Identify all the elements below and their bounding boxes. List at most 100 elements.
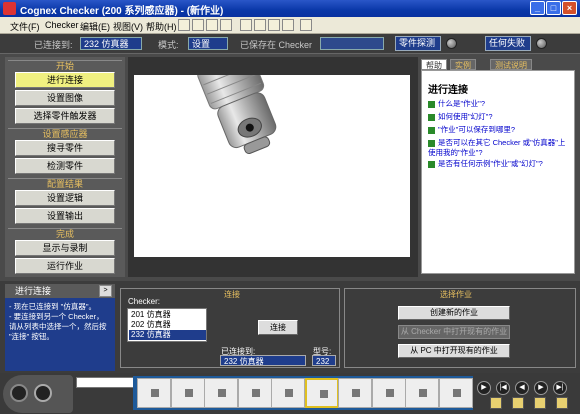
open-from-pc-button[interactable]: 从 PC 中打开现有的作业 [398,344,510,358]
checker-list[interactable]: 201 仿真器 202 仿真器 232 仿真器 [127,308,207,342]
arrow-icon [428,160,435,168]
part-image [197,75,277,155]
tab-help[interactable]: 帮助 [421,59,447,70]
menu-checker[interactable]: Checker [45,20,79,30]
camera-icon [285,389,293,397]
open-folder-icon[interactable] [192,19,204,31]
list-item[interactable]: 202 仿真器 [129,320,206,330]
next-frame-icon[interactable]: ▶ [534,381,548,395]
first-frame-icon[interactable]: |◀ [496,381,510,395]
job-saved-value [320,37,384,50]
checker-list-label: Checker: [128,297,161,306]
nav-logic[interactable]: 设置逻辑 [15,190,115,206]
filmstrip-frame[interactable] [271,378,305,408]
connected-to-value: 232 仿真器 [220,355,306,366]
job-title: 选择作业 [440,290,472,299]
nav-display-record[interactable]: 显示与录制 [15,240,115,256]
part-detect-led [446,38,457,49]
help-link[interactable]: 是否有任何示例"作业"或"幻灯"? [428,159,570,169]
camera-icon [319,390,328,398]
filmstrip-export-icon[interactable] [556,397,568,409]
filmstrip-frame[interactable] [405,378,439,408]
menu-view[interactable]: 视图(V) [113,20,143,33]
cut-icon[interactable] [240,19,252,31]
copy-icon[interactable] [254,19,266,31]
minimize-button[interactable]: _ [530,1,545,15]
new-job-button[interactable]: 创建新的作业 [398,306,510,320]
filmstrip-settings-icon[interactable] [490,397,502,409]
filmstrip-frame[interactable] [438,378,473,408]
filmstrip-save-icon[interactable] [534,397,546,409]
save-icon[interactable] [206,19,218,31]
arrow-icon [428,100,435,108]
new-file-icon[interactable] [178,19,190,31]
record-button-icon[interactable] [34,384,52,402]
paste-icon[interactable] [268,19,280,31]
tab-examples[interactable]: 实例 [450,59,476,70]
maximize-button[interactable]: □ [546,1,561,15]
connected-label: 已连接到: [34,40,73,50]
filmstrip-frame[interactable] [371,378,406,408]
camera-icon [251,389,260,397]
filmstrip-frame[interactable] [170,378,205,408]
help-link[interactable]: 是否可以在其它 Checker 或"仿真器"上使用我的"作业"? [428,138,570,158]
filmstrip-frame[interactable] [338,378,372,408]
filmstrip-folder-icon[interactable] [512,397,524,409]
play-icon[interactable]: ▶ [477,381,491,395]
menu-help[interactable]: 帮助(H) [146,20,177,33]
camera-icon [218,389,226,397]
menu-edit[interactable]: 编辑(E) [80,20,110,33]
window-title: Cognex Checker (200 系列感应器) - (新作业) [20,6,224,17]
help-link[interactable]: 什么是"作业"? [428,99,570,109]
section-finish: 完成 [8,228,122,239]
nav-part-trigger[interactable]: 选择零件触发器 [15,108,115,124]
filmstrip-count [76,377,134,388]
app-icon [3,2,16,15]
help-content: 进行连接 什么是"作业"? 如何使用"幻灯"? "作业"可以保存到哪里? 是否可… [421,70,575,274]
connected-value: 232 仿真器 [80,37,142,50]
mode-value: 设置 [188,37,228,50]
camera-icon [452,389,461,397]
job-saved-label: 已保存在 Checker [240,40,313,50]
list-item[interactable]: 201 仿真器 [129,310,206,320]
last-frame-icon[interactable]: ▶| [553,381,567,395]
part-detect-indicator: 零件探测 [395,36,441,51]
title-bar: Cognex Checker (200 系列感应器) - (新作业) _ □ × [0,0,580,17]
filmstrip-frame[interactable] [204,378,238,408]
camera-icon [419,389,427,397]
model-value: 232 [312,355,336,366]
arrow-icon [428,126,435,134]
image-view[interactable] [134,75,410,257]
filmstrip-frame[interactable] [304,378,339,408]
help-cursor-icon[interactable] [300,19,312,31]
menu-bar: 文件(F) Checker 编辑(E) 视图(V) 帮助(H) [0,17,580,34]
any-fail-led [536,38,547,49]
next-step-button[interactable]: > [99,285,112,297]
connect-button[interactable]: 连接 [258,320,298,335]
filmstrip-frame[interactable] [137,378,171,408]
arrow-icon [428,113,435,121]
delete-icon[interactable] [282,19,294,31]
nav-connect[interactable]: 进行连接 [15,72,115,88]
camera-icon [385,389,394,397]
nav-inspect-part[interactable]: 检测零件 [15,158,115,174]
help-link[interactable]: 如何使用"幻灯"? [428,112,570,122]
save-as-icon[interactable] [220,19,232,31]
help-link[interactable]: "作业"可以保存到哪里? [428,125,570,135]
open-from-checker-button[interactable]: 从 Checker 中打开现有的作业 [398,325,510,339]
list-item-selected[interactable]: 232 仿真器 [129,330,206,340]
close-button[interactable]: × [562,1,577,15]
tab-test-notes[interactable]: 测试说明 [490,59,532,70]
filmstrip-frame[interactable] [237,378,272,408]
nav-locate-part[interactable]: 搜寻零件 [15,140,115,156]
previous-frame-icon[interactable]: ◀ [515,381,529,395]
arrow-icon [428,139,435,147]
camera-icon [352,389,360,397]
dial-knob-icon[interactable] [10,384,28,402]
menu-file[interactable]: 文件(F) [10,20,40,33]
nav-run-job[interactable]: 运行作业 [15,258,115,274]
nav-setup-image[interactable]: 设置图像 [15,90,115,106]
nav-outputs[interactable]: 设置输出 [15,208,115,224]
camera-icon [151,389,159,397]
help-title: 进行连接 [428,85,468,96]
